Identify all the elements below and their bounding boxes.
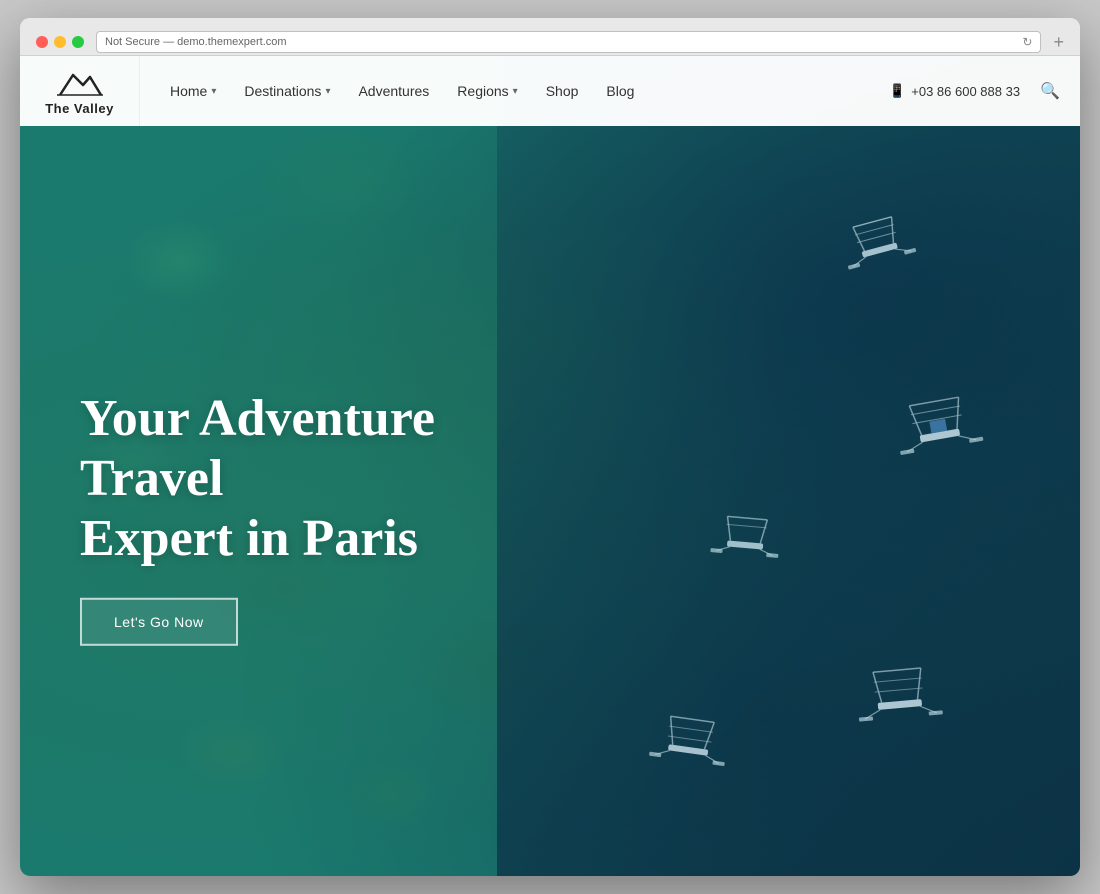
website-content: The Valley Home ▾ Destinations ▾ Adventu… [20, 56, 1080, 876]
nav-shop[interactable]: Shop [546, 83, 579, 99]
boat-1 [838, 213, 916, 270]
hero-title: Your Adventure Travel Expert in Paris [80, 389, 580, 568]
new-tab-button[interactable]: + [1053, 33, 1064, 51]
search-button[interactable]: 🔍 [1040, 81, 1060, 101]
traffic-lights [36, 36, 84, 48]
browser-window: Not Secure — demo.themexpert.com ↻ + [20, 18, 1080, 876]
nav-blog[interactable]: Blog [606, 83, 634, 99]
home-dropdown-arrow: ▾ [211, 86, 216, 97]
boat-2 [893, 394, 984, 455]
close-button[interactable] [36, 36, 48, 48]
boat-5 [855, 666, 943, 721]
logo-icon [55, 67, 105, 99]
nav-right: 📱 +03 86 600 888 33 🔍 [889, 81, 1080, 101]
logo-text: The Valley [45, 101, 114, 116]
nav-adventures[interactable]: Adventures [358, 83, 429, 99]
navbar: The Valley Home ▾ Destinations ▾ Adventu… [20, 56, 1080, 126]
destinations-dropdown-arrow: ▾ [325, 86, 330, 97]
regions-dropdown-arrow: ▾ [513, 86, 518, 97]
logo[interactable]: The Valley [20, 56, 140, 126]
cta-button[interactable]: Let's Go Now [80, 598, 238, 646]
nav-links: Home ▾ Destinations ▾ Adventures Regions… [140, 83, 889, 99]
maximize-button[interactable] [72, 36, 84, 48]
nav-destinations[interactable]: Destinations ▾ [244, 83, 330, 99]
browser-chrome: Not Secure — demo.themexpert.com ↻ + [20, 18, 1080, 56]
boat-3 [710, 515, 781, 558]
phone-icon: 📱 [889, 83, 905, 99]
minimize-button[interactable] [54, 36, 66, 48]
nav-regions[interactable]: Regions ▾ [457, 83, 517, 99]
boat-4 [649, 714, 730, 766]
phone-number: 📱 +03 86 600 888 33 [889, 83, 1020, 99]
hero-content: Your Adventure Travel Expert in Paris Le… [80, 389, 580, 646]
refresh-icon[interactable]: ↻ [1022, 35, 1032, 49]
address-bar[interactable]: Not Secure — demo.themexpert.com ↻ [96, 31, 1041, 53]
nav-home[interactable]: Home ▾ [170, 83, 216, 99]
address-text: Not Secure — demo.themexpert.com [105, 36, 287, 48]
